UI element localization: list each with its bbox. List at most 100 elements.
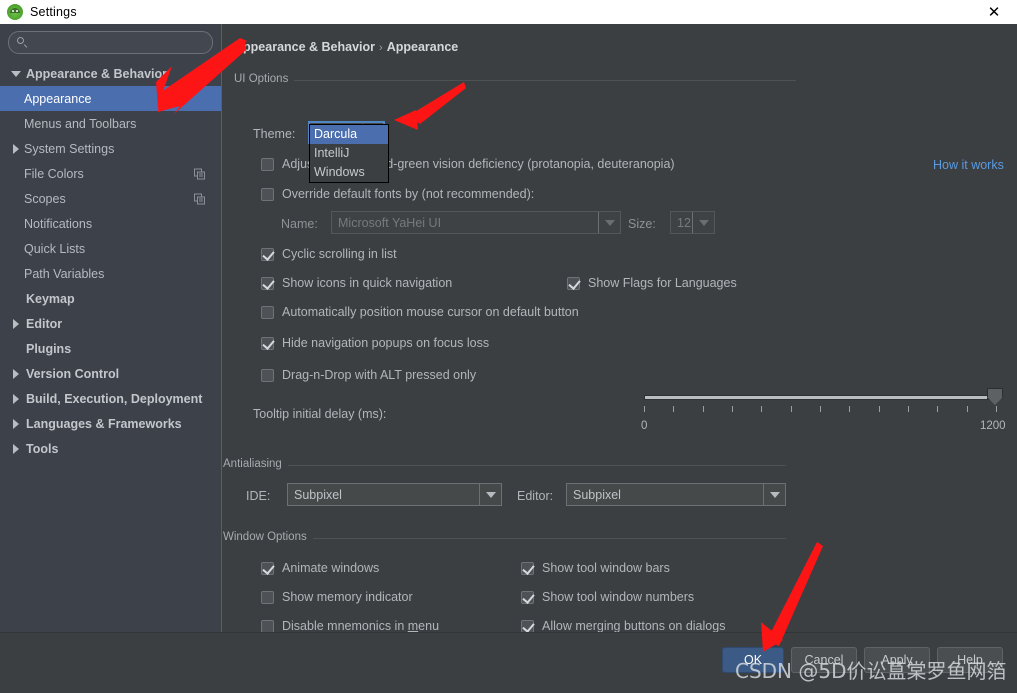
- breadcrumb-separator: ›: [379, 42, 383, 54]
- ide-antialiasing-value: Subpixel: [294, 487, 342, 502]
- show-icons-quick-nav-checkbox[interactable]: [261, 276, 274, 290]
- hide-navigation-popups-checkbox[interactable]: [261, 336, 274, 350]
- search-input[interactable]: [28, 33, 212, 52]
- theme-label: Theme:: [253, 127, 296, 141]
- sidebar-item-label: Scopes: [24, 191, 66, 206]
- chevron-right-icon[interactable]: [8, 393, 24, 404]
- sidebar-item-path-variables[interactable]: Path Variables: [0, 261, 221, 286]
- sidebar-item-file-colors[interactable]: File Colors: [0, 161, 221, 186]
- sidebar-item-label: Quick Lists: [24, 241, 86, 256]
- sidebar-item-label: Languages & Frameworks: [26, 416, 182, 431]
- show-flags-languages-row[interactable]: Show Flags for Languages: [567, 276, 737, 290]
- ide-antialiasing-combo[interactable]: Subpixel: [287, 483, 502, 506]
- disable-mnemonics-menu-row[interactable]: Disable mnemonics in menu: [261, 619, 439, 632]
- font-name-value: Microsoft YaHei UI: [338, 215, 442, 230]
- show-tool-window-bars-row[interactable]: Show tool window bars: [521, 561, 670, 575]
- hide-navigation-popups-row[interactable]: Hide navigation popups on focus loss: [261, 336, 489, 350]
- sidebar-item-system-settings[interactable]: System Settings: [0, 136, 221, 161]
- auto-position-cursor-row[interactable]: Automatically position mouse cursor on d…: [261, 305, 579, 319]
- chevron-down-icon[interactable]: [479, 484, 501, 505]
- settings-tree: Appearance & Behavior Appearance Menus and…: [0, 61, 221, 461]
- override-fonts-checkbox[interactable]: [261, 187, 274, 201]
- sidebar-item-version-control[interactable]: Version Control: [0, 361, 221, 386]
- show-tool-window-numbers-checkbox[interactable]: [521, 590, 534, 604]
- help-button[interactable]: Help: [937, 647, 1003, 673]
- show-memory-indicator-row[interactable]: Show memory indicator: [261, 590, 413, 604]
- how-it-works-link[interactable]: How it works: [933, 158, 1004, 172]
- dialog-button-bar: OK Cancel Apply Help: [0, 632, 1017, 693]
- sidebar-item-plugins[interactable]: Plugins: [0, 336, 221, 361]
- chevron-down-icon[interactable]: [763, 484, 785, 505]
- allow-merging-buttons-row[interactable]: Allow merging buttons on dialogs: [521, 619, 725, 632]
- copy-icon[interactable]: [194, 168, 205, 179]
- chevron-right-icon[interactable]: [8, 143, 24, 154]
- editor-antialiasing-combo[interactable]: Subpixel: [566, 483, 786, 506]
- sidebar-item-notifications[interactable]: Notifications: [0, 211, 221, 236]
- chevron-down-icon[interactable]: [692, 212, 714, 233]
- theme-dropdown-popup[interactable]: Darcula IntelliJ Windows: [309, 124, 389, 183]
- auto-position-cursor-checkbox[interactable]: [261, 305, 274, 319]
- search-box[interactable]: [8, 31, 213, 54]
- show-memory-indicator-checkbox[interactable]: [261, 590, 274, 604]
- tooltip-delay-slider-thumb[interactable]: [987, 388, 1003, 405]
- android-studio-icon: [7, 4, 23, 20]
- cyclic-scrolling-checkbox[interactable]: [261, 247, 274, 261]
- show-flags-languages-checkbox[interactable]: [567, 276, 580, 290]
- adjust-colors-checkbox[interactable]: [261, 157, 274, 171]
- sidebar-item-appearance-behavior[interactable]: Appearance & Behavior: [0, 61, 221, 86]
- show-tool-window-numbers-label: Show tool window numbers: [542, 590, 695, 604]
- font-size-combo[interactable]: 12: [670, 211, 715, 234]
- allow-merging-buttons-checkbox[interactable]: [521, 619, 534, 632]
- animate-windows-row[interactable]: Animate windows: [261, 561, 379, 575]
- font-name-combo[interactable]: Microsoft YaHei UI: [331, 211, 621, 234]
- show-memory-indicator-label: Show memory indicator: [282, 590, 413, 604]
- sidebar-item-keymap[interactable]: Keymap: [0, 286, 221, 311]
- sidebar-item-editor[interactable]: Editor: [0, 311, 221, 336]
- chevron-right-icon[interactable]: [8, 443, 24, 454]
- breadcrumb-parent[interactable]: Appearance & Behavior: [234, 40, 375, 54]
- apply-button[interactable]: Apply: [864, 647, 930, 673]
- sidebar-item-appearance[interactable]: Appearance: [0, 86, 221, 111]
- tooltip-delay-label: Tooltip initial delay (ms):: [253, 407, 387, 421]
- animate-windows-label: Animate windows: [282, 561, 380, 575]
- drag-n-drop-alt-row[interactable]: Drag-n-Drop with ALT pressed only: [261, 368, 476, 382]
- editor-antialiasing-label: Editor:: [517, 489, 554, 503]
- antialiasing-title: Antialiasing: [223, 458, 288, 470]
- theme-option-windows[interactable]: Windows: [310, 163, 388, 182]
- cyclic-scrolling-row[interactable]: Cyclic scrolling in list: [261, 247, 397, 261]
- settings-main-panel: Appearance & Behavior › Appearance UI Opti…: [223, 24, 1017, 632]
- chevron-right-icon[interactable]: [8, 368, 24, 379]
- close-icon[interactable]: ✕: [971, 0, 1017, 24]
- override-fonts-row[interactable]: Override default fonts by (not recommend…: [261, 187, 534, 201]
- show-tool-window-bars-checkbox[interactable]: [521, 561, 534, 575]
- sidebar-item-tools[interactable]: Tools: [0, 436, 221, 461]
- show-tool-window-numbers-row[interactable]: Show tool window numbers: [521, 590, 694, 604]
- title-bar: Settings ✕: [0, 0, 1017, 24]
- chevron-right-icon[interactable]: [8, 418, 24, 429]
- ok-button[interactable]: OK: [722, 647, 784, 673]
- show-icons-quick-nav-row[interactable]: Show icons in quick navigation: [261, 276, 452, 290]
- group-divider: [234, 80, 796, 81]
- tooltip-delay-slider-track[interactable]: [644, 395, 996, 400]
- theme-option-intellij[interactable]: IntelliJ: [310, 144, 388, 163]
- sidebar-item-label: Tools: [26, 441, 59, 456]
- copy-icon[interactable]: [194, 193, 205, 204]
- chevron-down-icon[interactable]: [598, 212, 620, 233]
- drag-n-drop-alt-checkbox[interactable]: [261, 368, 274, 382]
- sidebar-item-label: Appearance: [24, 91, 92, 106]
- theme-option-darcula[interactable]: Darcula: [310, 125, 388, 144]
- cancel-button[interactable]: Cancel: [791, 647, 857, 673]
- sidebar-item-scopes[interactable]: Scopes: [0, 186, 221, 211]
- sidebar-item-languages-frameworks[interactable]: Languages & Frameworks: [0, 411, 221, 436]
- animate-windows-checkbox[interactable]: [261, 561, 274, 575]
- sidebar-item-build-execution-deployment[interactable]: Build, Execution, Deployment: [0, 386, 221, 411]
- chevron-right-icon[interactable]: [8, 318, 24, 329]
- sidebar-item-label: Build, Execution, Deployment: [26, 391, 203, 406]
- show-flags-languages-label: Show Flags for Languages: [588, 276, 737, 290]
- disable-mnemonics-menu-checkbox[interactable]: [261, 619, 274, 632]
- sidebar-item-menus-and-toolbars[interactable]: Menus and Toolbars: [0, 111, 221, 136]
- chevron-down-icon[interactable]: [8, 70, 24, 77]
- show-icons-quick-nav-label: Show icons in quick navigation: [282, 276, 453, 290]
- ide-antialiasing-label: IDE:: [246, 489, 271, 503]
- sidebar-item-quick-lists[interactable]: Quick Lists: [0, 236, 221, 261]
